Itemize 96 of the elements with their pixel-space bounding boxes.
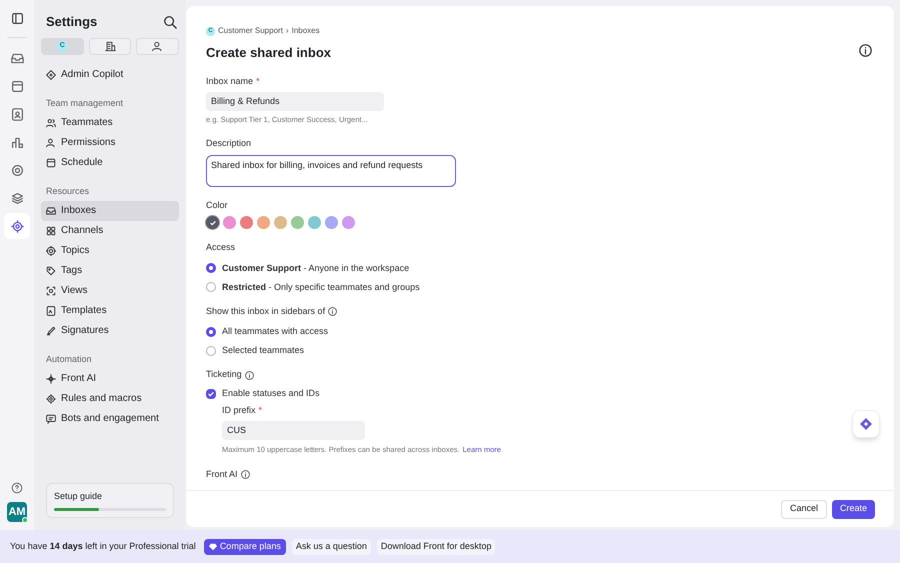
- diamond-icon: [860, 418, 872, 430]
- sidebar-item[interactable]: Rules and macros: [41, 388, 179, 408]
- setup-guide-label: Setup guide: [54, 490, 104, 503]
- calendar-icon: [10, 80, 24, 92]
- radio-button[interactable]: [206, 346, 216, 356]
- setup-guide-card[interactable]: Setup guide: [46, 482, 174, 518]
- people-icon: [46, 118, 56, 128]
- color-swatch[interactable]: [308, 216, 321, 230]
- workspace-tab[interactable]: [136, 38, 180, 54]
- sidebar-item[interactable]: Channels: [41, 220, 179, 240]
- gem-icon: [208, 542, 217, 550]
- trial-bar-button[interactable]: Ask us a question: [292, 538, 371, 554]
- person-icon: [46, 138, 56, 148]
- checkbox-label: Enable statuses and IDs: [222, 387, 320, 400]
- target-icon: [46, 246, 56, 256]
- required-mark: *: [258, 404, 262, 417]
- info-icon[interactable]: [328, 307, 338, 316]
- description-field[interactable]: Shared inbox for billing, invoices and refund requests: [206, 154, 456, 187]
- contact-card-icon: [10, 108, 24, 120]
- sidebar-item[interactable]: Tags: [41, 260, 179, 280]
- sidebar-item[interactable]: Teammates: [41, 112, 179, 132]
- sidebar-item[interactable]: Topics: [41, 240, 179, 260]
- field-label: Show this inbox in sidebars of: [206, 304, 326, 318]
- section-heading: Automation: [45, 352, 93, 366]
- field-label: Ticketing: [206, 368, 242, 382]
- radio-label: Restricted - Only specific teammates and groups: [222, 280, 420, 294]
- radio-label: Customer Support - Anyone in the workspace: [222, 262, 410, 275]
- workspace-tab[interactable]: [88, 38, 132, 54]
- help-icon[interactable]: [11, 482, 23, 494]
- radio-label: All teammates with access: [222, 325, 328, 338]
- ai-assistant-button[interactable]: [852, 410, 880, 438]
- sidebar-item[interactable]: Permissions: [41, 132, 179, 152]
- sidebar-item[interactable]: Templates: [41, 300, 179, 320]
- section-heading: Team management: [45, 96, 124, 110]
- radio-button[interactable]: [206, 282, 216, 292]
- sidebar-item[interactable]: Signatures: [41, 320, 179, 340]
- layers-icon: [10, 192, 24, 204]
- color-swatch[interactable]: [223, 216, 236, 230]
- color-swatch[interactable]: [274, 216, 287, 230]
- sidebar-item[interactable]: Bots and engagement: [41, 408, 179, 428]
- trial-message: You have 14 days left in your Professional trial: [10, 540, 196, 553]
- breadcrumb-link[interactable]: Inboxes: [292, 25, 320, 37]
- field-label: ID prefix: [222, 404, 256, 417]
- sidebar-toggle-icon[interactable]: [10, 12, 24, 25]
- building-icon: [104, 40, 116, 52]
- tray-icon: [10, 52, 24, 64]
- grid-icon: [46, 226, 56, 236]
- field-label: Access: [206, 241, 236, 254]
- radio-button[interactable]: [206, 263, 216, 274]
- trial-bar-button[interactable]: Download Front for desktop: [376, 538, 496, 554]
- sidebar-item[interactable]: Schedule: [41, 152, 179, 172]
- primary-button[interactable]: Create: [832, 500, 875, 518]
- info-icon[interactable]: [240, 470, 250, 479]
- rail-button[interactable]: [4, 213, 30, 239]
- bar-chart-icon: [10, 136, 24, 148]
- breadcrumb-separator: ›: [286, 25, 289, 37]
- color-swatch[interactable]: [325, 216, 338, 230]
- page-title: Create shared inbox: [206, 44, 331, 62]
- color-swatch[interactable]: [240, 216, 253, 230]
- radio-button[interactable]: [206, 326, 216, 337]
- person-icon: [152, 40, 164, 52]
- input-field[interactable]: CUS: [222, 421, 365, 440]
- user-avatar[interactable]: AM: [7, 502, 27, 522]
- lifebuoy-icon: [10, 164, 24, 176]
- required-mark: *: [256, 74, 260, 88]
- radio-label: Selected teammates: [222, 344, 304, 357]
- sidebar-item[interactable]: Views: [41, 280, 179, 300]
- sidebar-item[interactable]: Front AI: [41, 368, 179, 388]
- scan-icon: [46, 286, 56, 296]
- field-label: Front AI: [206, 468, 238, 480]
- color-swatch[interactable]: [206, 216, 219, 230]
- color-swatch[interactable]: [257, 216, 270, 230]
- tray-icon: [46, 206, 56, 216]
- info-icon[interactable]: [244, 370, 254, 380]
- secondary-button[interactable]: Cancel: [780, 500, 827, 518]
- checkbox[interactable]: [206, 388, 216, 399]
- chat-icon: [46, 414, 56, 424]
- tag-icon: [46, 266, 56, 276]
- sidebar-item[interactable]: Inboxes: [41, 200, 179, 220]
- pen-icon: [46, 326, 56, 336]
- info-icon[interactable]: [859, 44, 872, 57]
- breadcrumb-link[interactable]: Customer Support: [218, 25, 283, 37]
- color-swatch[interactable]: [291, 216, 304, 230]
- diamond-icon: [46, 70, 56, 80]
- sidebar-title: Settings: [46, 13, 98, 31]
- field-label: Description: [206, 137, 252, 150]
- field-label: Inbox name: [206, 74, 254, 88]
- search-icon[interactable]: [163, 14, 177, 29]
- compare-plans-button[interactable]: Compare plans: [204, 538, 286, 554]
- color-swatch[interactable]: [342, 216, 355, 230]
- field-label: Color: [206, 198, 228, 212]
- calendar-icon: [46, 158, 56, 168]
- input-field[interactable]: Billing & Refunds: [206, 92, 384, 111]
- section-heading: Resources: [45, 184, 90, 198]
- document-icon: [46, 306, 56, 316]
- sidebar-item[interactable]: Admin Copilot: [41, 64, 179, 84]
